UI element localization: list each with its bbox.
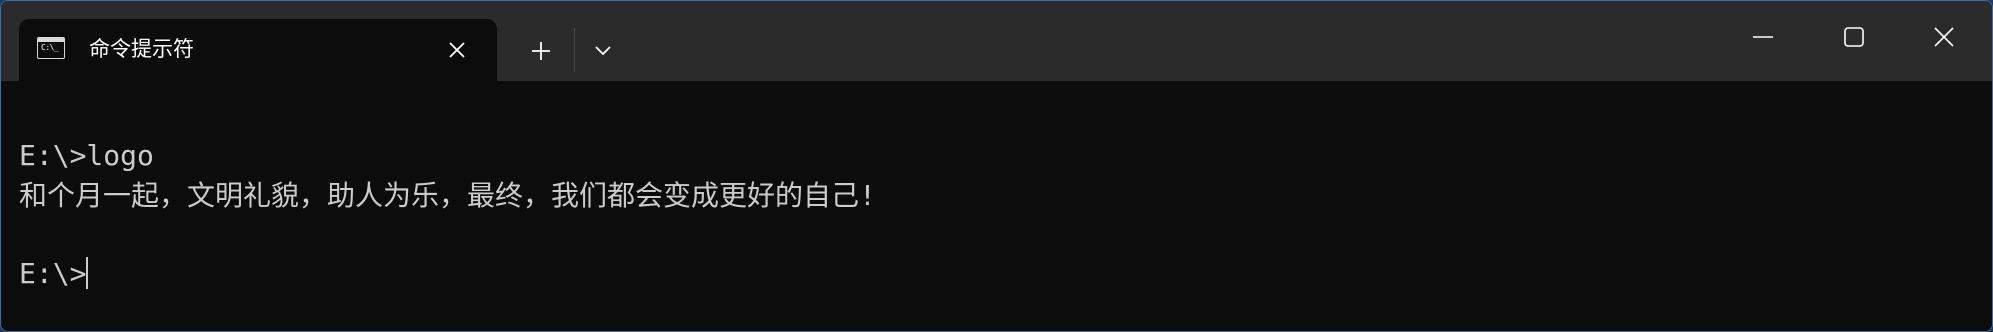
terminal-prompt-line: E:\> (19, 254, 89, 294)
maximize-icon (1844, 27, 1864, 47)
terminal-line: E:\>logo (19, 139, 154, 172)
tab-dropdown-button[interactable] (583, 31, 623, 71)
chevron-down-icon (595, 46, 611, 56)
tab-close-button[interactable] (441, 34, 473, 66)
terminal-prompt: E:\> (19, 257, 87, 290)
title-bar[interactable]: C:\_ 命令提示符 (1, 1, 1992, 81)
minimize-icon (1753, 36, 1773, 38)
command-prompt-icon: C:\_ (37, 37, 65, 59)
new-tab-button[interactable] (521, 31, 561, 71)
tab-separator (574, 28, 575, 72)
close-icon (1934, 27, 1954, 47)
window-close-button[interactable] (1916, 17, 1972, 57)
maximize-button[interactable] (1826, 17, 1882, 57)
close-icon (449, 42, 465, 58)
tab-title: 命令提示符 (89, 37, 194, 61)
terminal-line: 和个月一起，文明礼貌，助人为乐，最终，我们都会变成更好的自己! (19, 179, 876, 212)
plus-icon (532, 42, 550, 60)
terminal-output[interactable]: E:\>logo 和个月一起，文明礼貌，助人为乐，最终，我们都会变成更好的自己!… (1, 81, 1992, 331)
text-cursor (86, 257, 89, 289)
minimize-button[interactable] (1735, 17, 1791, 57)
tab-command-prompt[interactable]: C:\_ 命令提示符 (19, 19, 497, 81)
terminal-window: C:\_ 命令提示符 E:\>logo 和个月一起，文明礼貌，助人为乐，最终，我… (0, 0, 1993, 332)
